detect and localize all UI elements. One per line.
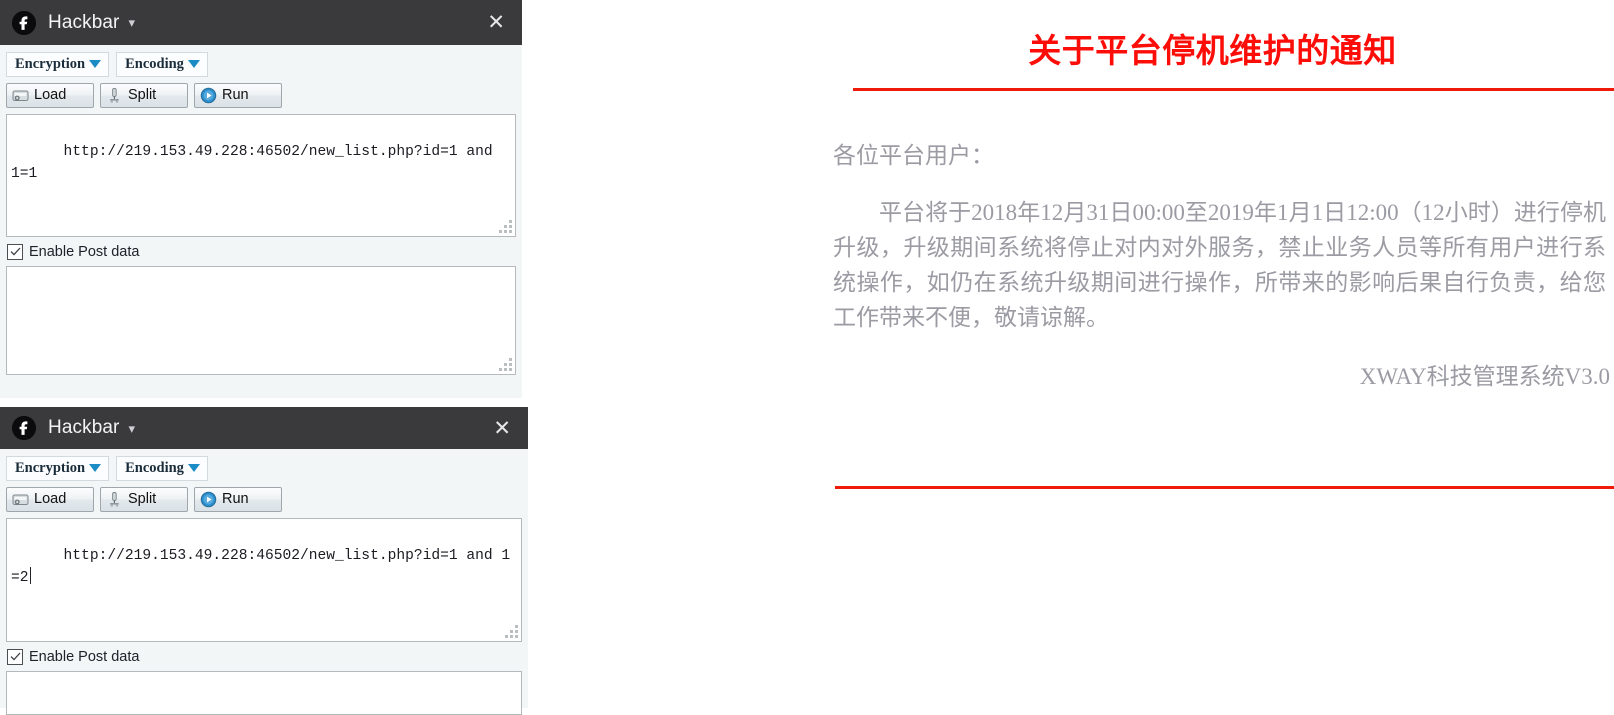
resize-grip-icon[interactable] — [499, 219, 512, 233]
load-icon — [12, 90, 29, 101]
resize-grip-icon[interactable] — [499, 357, 512, 371]
dropdown-row: Encryption Encoding — [6, 52, 516, 77]
run-button-label: Run — [222, 86, 249, 103]
encoding-dropdown-label: Encoding — [125, 460, 184, 476]
enable-post-data-row[interactable]: Enable Post data — [7, 243, 516, 260]
check-icon — [10, 652, 20, 661]
url-input-value: http://219.153.49.228:46502/new_list.php… — [11, 143, 502, 182]
url-input[interactable]: http://219.153.49.228:46502/new_list.php… — [6, 517, 522, 642]
notice-salutation: 各位平台用户： — [833, 143, 994, 168]
run-play-icon — [200, 491, 217, 507]
notice-bottom-divider — [835, 486, 1614, 489]
url-input[interactable]: http://219.153.49.228:46502/new_list.php… — [6, 113, 516, 237]
encryption-dropdown-label: Encryption — [15, 56, 86, 72]
encryption-dropdown[interactable]: Encryption — [6, 52, 110, 77]
notice-title: 关于平台停机维护的通知 — [1028, 32, 1397, 69]
dropdown-row: Encryption Encoding — [6, 456, 522, 481]
encryption-dropdown[interactable]: Encryption — [6, 456, 110, 481]
split-button[interactable]: Split — [100, 486, 188, 512]
chevron-down-icon — [89, 464, 102, 473]
notice-paragraph: 平台将于2018年12月31日00:00至2019年1月1日12:00（12小时… — [833, 200, 1606, 330]
notice-signature: XWAY科技管理系统V3.0 — [1359, 364, 1610, 389]
split-icon — [110, 491, 119, 507]
load-button-label: Load — [34, 86, 67, 103]
run-button[interactable]: Run — [194, 486, 282, 512]
notice-top-divider — [853, 88, 1614, 91]
enable-post-data-row[interactable]: Enable Post data — [7, 648, 522, 665]
maintenance-notice-document: 关于平台停机维护的通知 各位平台用户： 平台将于2018年12月31日00:00… — [833, 0, 1614, 708]
run-play-icon — [200, 87, 217, 103]
split-button-label: Split — [128, 490, 157, 507]
hackbar-panel-1: Hackbar ▾ ✕ Encryption Encoding Load Spl… — [0, 0, 522, 398]
chevron-down-icon[interactable]: ▾ — [128, 422, 135, 435]
encryption-dropdown-label: Encryption — [15, 460, 86, 476]
enable-post-data-label: Enable Post data — [29, 243, 140, 260]
action-row: Load Split Run — [6, 82, 516, 108]
encoding-dropdown-label: Encoding — [125, 56, 184, 72]
split-button[interactable]: Split — [100, 82, 188, 108]
load-icon — [12, 494, 29, 505]
encoding-dropdown[interactable]: Encoding — [116, 456, 208, 481]
hackbar-panel-2: Hackbar ▾ ✕ Encryption Encoding Load Spl… — [0, 407, 528, 715]
load-button[interactable]: Load — [6, 486, 94, 512]
hackbar-logo-icon — [12, 416, 36, 440]
enable-post-data-checkbox[interactable] — [7, 648, 23, 665]
hackbar-titlebar: Hackbar ▾ ✕ — [0, 407, 528, 449]
check-icon — [10, 247, 20, 256]
hackbar-body: Encryption Encoding Load Split Run http:… — [0, 45, 522, 375]
action-row: Load Split Run — [6, 486, 522, 512]
close-icon[interactable]: ✕ — [484, 10, 508, 35]
chevron-down-icon — [187, 464, 200, 473]
enable-post-data-checkbox[interactable] — [7, 243, 23, 260]
hackbar-logo-icon — [12, 10, 36, 35]
run-button-label: Run — [222, 490, 249, 507]
hackbar-title: Hackbar — [48, 11, 120, 33]
hackbar-titlebar: Hackbar ▾ ✕ — [0, 0, 522, 45]
text-cursor — [29, 566, 31, 584]
chevron-down-icon[interactable]: ▾ — [128, 16, 135, 29]
load-button[interactable]: Load — [6, 82, 94, 108]
resize-grip-icon[interactable] — [505, 624, 518, 638]
enable-post-data-label: Enable Post data — [29, 648, 140, 665]
post-data-input[interactable] — [6, 265, 516, 375]
split-icon — [110, 87, 119, 103]
hackbar-title: Hackbar — [48, 417, 120, 438]
chevron-down-icon — [187, 60, 200, 69]
load-button-label: Load — [34, 490, 67, 507]
encoding-dropdown[interactable]: Encoding — [116, 52, 208, 77]
chevron-down-icon — [89, 60, 102, 69]
hackbar-body: Encryption Encoding Load Split Run http:… — [0, 449, 528, 715]
close-icon[interactable]: ✕ — [490, 416, 514, 441]
split-button-label: Split — [128, 86, 157, 103]
url-input-value: http://219.153.49.228:46502/new_list.php… — [11, 547, 511, 586]
run-button[interactable]: Run — [194, 82, 282, 108]
